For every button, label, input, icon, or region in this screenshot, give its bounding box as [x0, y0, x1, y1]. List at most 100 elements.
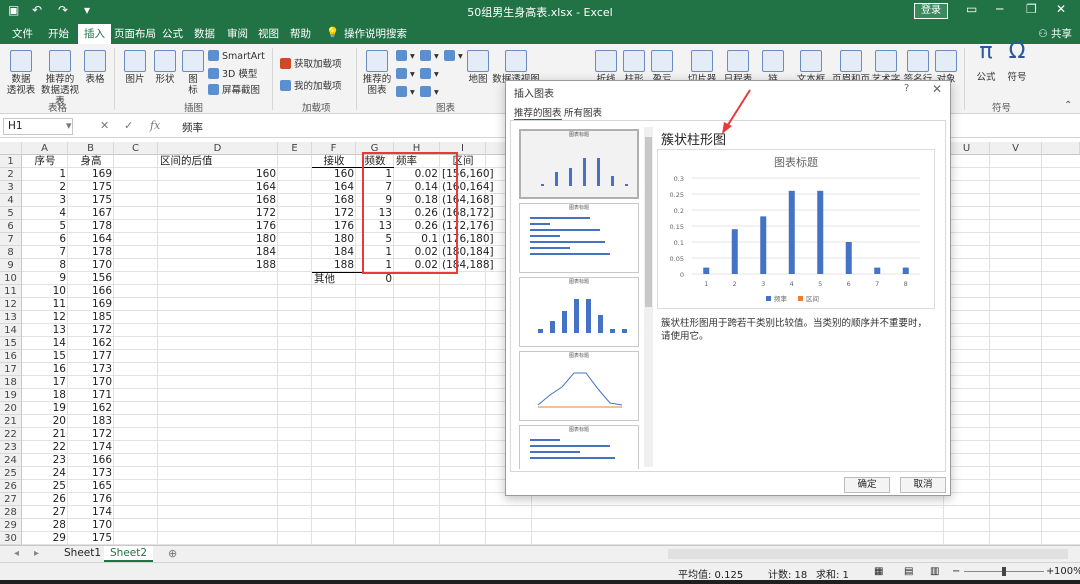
- cancel-button[interactable]: 取消: [900, 477, 946, 493]
- row-header[interactable]: 17: [0, 363, 22, 376]
- cell-height[interactable]: 170: [68, 259, 114, 272]
- cell-height[interactable]: 169: [68, 168, 114, 181]
- table-button[interactable]: 表格: [82, 50, 108, 85]
- row-header[interactable]: 29: [0, 519, 22, 532]
- cell-height[interactable]: 164: [68, 233, 114, 246]
- cell-height[interactable]: 178: [68, 220, 114, 233]
- row-header[interactable]: 27: [0, 493, 22, 506]
- cell-height[interactable]: 172: [68, 324, 114, 337]
- thumbnail-scrollbar[interactable]: [644, 127, 653, 467]
- cell-seq[interactable]: 26: [22, 493, 68, 506]
- name-box-dropdown-icon[interactable]: ▾: [66, 119, 72, 132]
- column-header[interactable]: C: [114, 142, 158, 155]
- cell-receive[interactable]: 172: [312, 207, 356, 220]
- row-header[interactable]: 25: [0, 467, 22, 480]
- cell-seq[interactable]: 22: [22, 441, 68, 454]
- cell-a1[interactable]: 序号: [22, 155, 68, 168]
- maps-button[interactable]: 地图: [464, 50, 492, 85]
- cell-seq[interactable]: 4: [22, 207, 68, 220]
- cell-height[interactable]: 166: [68, 285, 114, 298]
- row-header[interactable]: 30: [0, 532, 22, 545]
- row-header[interactable]: 13: [0, 311, 22, 324]
- row-header[interactable]: 24: [0, 454, 22, 467]
- cell-height[interactable]: 166: [68, 454, 114, 467]
- column-header[interactable]: V: [990, 142, 1042, 155]
- cell-receive[interactable]: 160: [312, 168, 356, 181]
- column-header[interactable]: A: [22, 142, 68, 155]
- cell-b1[interactable]: 身高: [68, 155, 114, 168]
- cell-receive[interactable]: 188: [312, 259, 356, 272]
- cell-height[interactable]: 175: [68, 181, 114, 194]
- cell-height[interactable]: 177: [68, 350, 114, 363]
- cell-seq[interactable]: 14: [22, 337, 68, 350]
- select-all-corner[interactable]: [0, 142, 22, 155]
- cell-height[interactable]: 170: [68, 519, 114, 532]
- cell-height[interactable]: 162: [68, 402, 114, 415]
- cell-seq[interactable]: 17: [22, 376, 68, 389]
- cell-receive[interactable]: 184: [312, 246, 356, 259]
- row-header[interactable]: 5: [0, 207, 22, 220]
- ok-button[interactable]: 确定: [844, 477, 890, 493]
- row-header[interactable]: 14: [0, 324, 22, 337]
- restore-icon[interactable]: ❐: [1026, 2, 1037, 16]
- row-header[interactable]: 18: [0, 376, 22, 389]
- tab-file[interactable]: 文件: [12, 26, 33, 41]
- row-header[interactable]: 7: [0, 233, 22, 246]
- share-button[interactable]: ⚇ 共享: [1038, 26, 1072, 41]
- name-box[interactable]: H1: [3, 118, 73, 135]
- hierarchy-chart-dropdown[interactable]: ▾: [420, 50, 439, 62]
- symbol-button[interactable]: Ω 符号: [1002, 41, 1032, 84]
- row-header[interactable]: 16: [0, 350, 22, 363]
- cell-seq[interactable]: 12: [22, 311, 68, 324]
- row-header[interactable]: 10: [0, 272, 22, 285]
- recommended-pivot-button[interactable]: 推荐的 数据透视表: [38, 50, 82, 107]
- row-header[interactable]: 19: [0, 389, 22, 402]
- zoom-slider-thumb[interactable]: [1002, 567, 1006, 576]
- cell-height[interactable]: 175: [68, 532, 114, 545]
- cell-seq[interactable]: 1: [22, 168, 68, 181]
- equation-button[interactable]: π 公式: [970, 41, 1002, 84]
- row-header[interactable]: 23: [0, 441, 22, 454]
- cell-height[interactable]: 162: [68, 337, 114, 350]
- cell-seq[interactable]: 29: [22, 532, 68, 545]
- help-icon[interactable]: ?: [904, 83, 909, 94]
- thumb-clustered-column[interactable]: 图表标题: [519, 129, 639, 199]
- sheet-tab-sheet1[interactable]: Sheet1: [58, 546, 107, 562]
- cell-seq[interactable]: 5: [22, 220, 68, 233]
- scroll-left-icon[interactable]: ◂: [14, 548, 19, 559]
- cell-seq[interactable]: 2: [22, 181, 68, 194]
- login-button[interactable]: 登录: [914, 3, 948, 19]
- cell-seq[interactable]: 24: [22, 467, 68, 480]
- scroll-right-icon[interactable]: ▸: [34, 548, 39, 559]
- cancel-icon[interactable]: ✕: [100, 119, 109, 132]
- row-header[interactable]: 21: [0, 415, 22, 428]
- cell-height[interactable]: 174: [68, 506, 114, 519]
- picture-button[interactable]: 图片: [120, 50, 150, 85]
- tab-all-charts[interactable]: 所有图表: [564, 105, 602, 119]
- row-header[interactable]: 9: [0, 259, 22, 272]
- cell-seq[interactable]: 23: [22, 454, 68, 467]
- cell-height[interactable]: 185: [68, 311, 114, 324]
- cell-other-label[interactable]: 其他: [312, 272, 356, 285]
- cell-height[interactable]: 175: [68, 194, 114, 207]
- cell-seq[interactable]: 11: [22, 298, 68, 311]
- search-tell-me[interactable]: 操作说明搜索: [344, 26, 407, 41]
- dialog-close-icon[interactable]: ✕: [932, 82, 942, 96]
- cell-height[interactable]: 170: [68, 376, 114, 389]
- horizontal-scrollbar[interactable]: [668, 549, 1068, 559]
- formula-input[interactable]: 频率: [182, 120, 203, 135]
- row-header[interactable]: 11: [0, 285, 22, 298]
- cell-bin-end[interactable]: 180: [158, 233, 278, 246]
- sheet-tab-sheet2[interactable]: Sheet2: [104, 546, 154, 562]
- tab-page-layout[interactable]: 页面布局: [114, 26, 156, 41]
- zoom-out-icon[interactable]: −: [952, 566, 960, 577]
- cell-receive[interactable]: 164: [312, 181, 356, 194]
- scrollbar-thumb[interactable]: [645, 137, 652, 307]
- recommended-charts-button[interactable]: 推荐的 图表: [360, 50, 394, 96]
- 3d-model-button[interactable]: 3D 模型: [208, 66, 257, 80]
- cell-receive[interactable]: 176: [312, 220, 356, 233]
- cell-seq[interactable]: 18: [22, 389, 68, 402]
- cell-seq[interactable]: 15: [22, 350, 68, 363]
- row-header[interactable]: 12: [0, 298, 22, 311]
- tab-formulas[interactable]: 公式: [162, 26, 183, 41]
